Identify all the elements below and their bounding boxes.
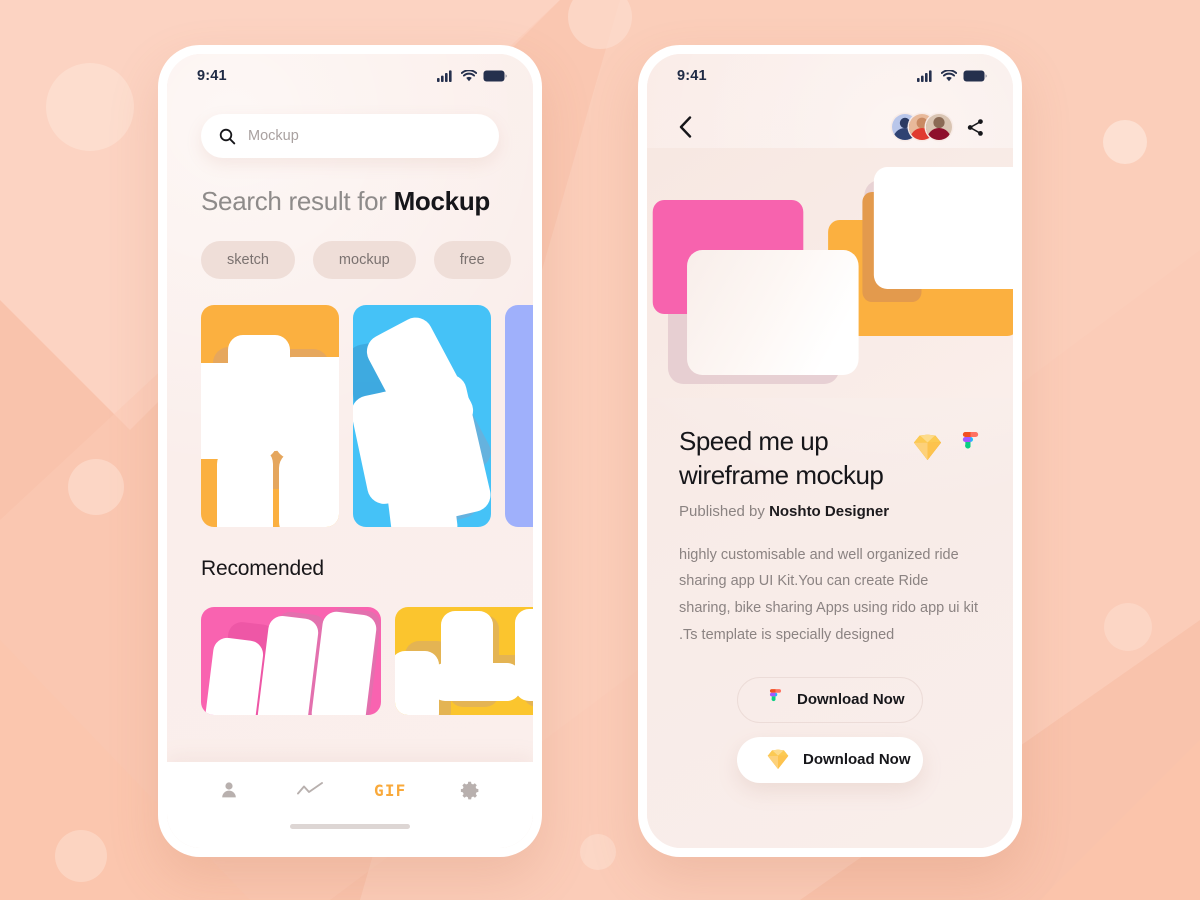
search-result-prefix: Search result for [201,186,394,216]
tab-activity[interactable] [284,770,336,810]
right-screen: 9:41 Speed me up wireframe mockup Publis… [647,54,1013,848]
chevron-left-icon [679,116,692,138]
right-status-bar: 9:41 [647,54,1013,98]
home-indicator[interactable] [290,824,410,829]
bottom-tab-bar: GIF [167,762,533,848]
left-status-bar: 9:41 [167,54,533,98]
detail-nav-row [647,98,1013,140]
status-icons-group [437,70,507,82]
tag-label: free [459,252,485,268]
nav-right-group [892,114,985,140]
search-input[interactable]: Mockup [201,114,499,158]
tab-profile[interactable] [203,770,255,810]
result-card-blue[interactable] [353,305,491,527]
battery-icon [483,70,507,82]
signal-icon [437,70,452,82]
result-card-periwinkle[interactable] [505,305,533,527]
recommended-card-yellow[interactable] [395,607,533,715]
status-icons-group [917,70,987,82]
description-text: highly customisable and well organized r… [679,546,979,644]
tab-settings[interactable] [445,770,497,810]
collaborator-avatars[interactable] [892,114,952,140]
download-sketch-button[interactable]: Download Now [737,736,923,783]
back-button[interactable] [679,116,692,138]
search-placeholder-text: Mockup [248,128,299,144]
search-section: Mockup [167,98,533,158]
recommended-title: Recomended [201,557,324,580]
status-time: 9:41 [197,68,227,84]
sketch-icon [914,434,941,460]
detail-title-line-2: wireframe mockup [679,460,884,491]
detail-content: Speed me up wireframe mockup Published b… [647,398,1013,783]
tab-gif[interactable]: GIF [364,770,416,810]
filter-tags-row: sketch mockup free [201,241,533,279]
search-icon [219,128,236,145]
avatar-3 [926,114,952,140]
publisher-line: Published by Noshto Designer [679,503,981,520]
download-button-label: Download Now [797,691,905,709]
recommended-card-pink[interactable] [201,607,381,715]
tag-label: mockup [338,252,390,268]
download-buttons: Download Now Download Now [679,676,981,783]
detail-title-row: Speed me up wireframe mockup [679,424,981,493]
wifi-icon [461,70,477,82]
search-results-row[interactable] [167,305,533,527]
publisher-name: Noshto Designer [769,502,890,520]
detail-title-line-1: Speed me up [679,426,829,456]
figma-icon [962,432,979,449]
format-logos [913,424,981,462]
activity-line-icon [296,782,323,795]
phone-left-search-screen: 9:41 Mockup Search result for Mockup ske… [158,45,542,857]
signal-icon [917,70,932,82]
status-time: 9:41 [677,68,707,84]
sketch-icon [767,750,789,770]
left-screen: 9:41 Mockup Search result for Mockup ske… [167,54,533,848]
recommended-row[interactable] [167,607,533,715]
share-icon [967,118,983,136]
gif-text: GIF [374,780,407,800]
search-result-query: Mockup [393,186,491,216]
figma-icon [769,688,782,701]
result-card-orange[interactable] [201,305,339,527]
gear-icon [461,781,479,799]
tag-free[interactable]: free [433,241,511,279]
publisher-prefix: Published by [679,502,770,520]
tag-label: sketch [227,252,269,268]
search-result-heading: Search result for Mockup [201,186,499,217]
download-button-label: Download Now [803,751,911,769]
person-icon [222,782,237,798]
hero-preview-image[interactable] [647,148,1013,398]
download-figma-button[interactable]: Download Now [737,676,923,723]
battery-icon [963,70,987,82]
wifi-icon [941,70,957,82]
detail-title: Speed me up wireframe mockup [679,424,884,493]
tag-mockup[interactable]: mockup [312,241,416,279]
share-button[interactable] [966,118,985,137]
phone-right-detail-screen: 9:41 Speed me up wireframe mockup Publis… [638,45,1022,857]
tag-sketch[interactable]: sketch [201,241,295,279]
